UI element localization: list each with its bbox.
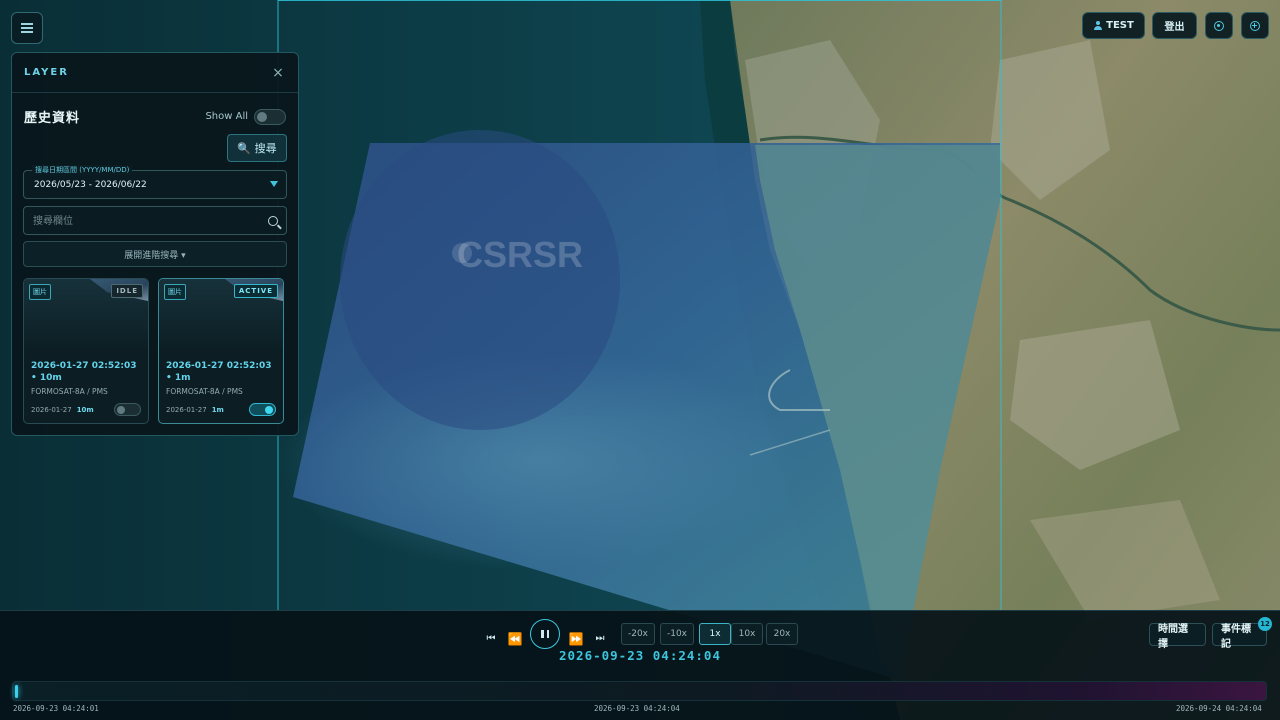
- location-search-input[interactable]: [33, 214, 253, 228]
- timeline-start-label: 2026-09-23 04:24:01: [13, 704, 99, 713]
- pause-icon: [541, 630, 544, 638]
- zoom-in-button[interactable]: [1241, 12, 1269, 39]
- date-range-label: 搜尋日期區間 (YYYY/MM/DD): [32, 165, 133, 175]
- skip-end-icon[interactable]: ⏭: [593, 631, 607, 645]
- show-all-control: Show All: [205, 108, 286, 125]
- search-icon[interactable]: [268, 216, 278, 226]
- card-footer: 2026-01-27 1m: [166, 406, 224, 414]
- speed-20x[interactable]: 20x: [766, 623, 798, 645]
- image-card-idle[interactable]: 圖片 IDLE 2026-01-27 02:52:03 • 10m FORMOS…: [23, 278, 149, 424]
- timeline-bar: ⏮ ⏪ ⏩ ⏭ -20x -10x 1x 10x 20x 2026-09-23 …: [0, 610, 1280, 720]
- close-icon[interactable]: ×: [270, 65, 286, 81]
- card-sensor: FORMOSAT-8A / PMS: [31, 387, 108, 396]
- event-count-badge: 12: [1258, 617, 1272, 631]
- timeline-track[interactable]: [12, 681, 1267, 701]
- section-title: 歷史資料: [24, 111, 81, 126]
- card-foot-date: 2026-01-27: [166, 406, 207, 414]
- fast-forward-icon[interactable]: ⏩: [568, 632, 584, 646]
- user-label: TEST: [1106, 20, 1134, 31]
- card-footer: 2026-01-27 10m: [31, 406, 94, 414]
- location-search-field: [23, 206, 287, 235]
- card-foot-date: 2026-01-27: [31, 406, 72, 414]
- layer-panel: LAYER × 歷史資料 Show All 🔍 搜尋 搜尋日期區間 (YYYY/…: [11, 52, 299, 436]
- zoom-plus-icon: [1250, 20, 1260, 31]
- map-watermark: CSRSR: [457, 234, 583, 275]
- status-badge: IDLE: [111, 284, 143, 298]
- time-select-button[interactable]: 時間選擇: [1149, 623, 1206, 650]
- rewind-icon[interactable]: ⏪: [507, 632, 523, 646]
- panel-header: LAYER ×: [12, 53, 298, 93]
- date-range-field[interactable]: 搜尋日期區間 (YYYY/MM/DD) 2026/05/23 - 2026/06…: [23, 165, 287, 199]
- card-foot-resolution: 10m: [76, 406, 94, 414]
- target-icon: [1214, 20, 1224, 31]
- speed-10x[interactable]: 10x: [731, 623, 763, 645]
- speed-minus-10x[interactable]: -10x: [660, 623, 694, 645]
- user-button[interactable]: TEST: [1082, 12, 1145, 39]
- locate-button[interactable]: [1205, 12, 1233, 39]
- logout-button[interactable]: 登出: [1152, 12, 1197, 39]
- current-time: 2026-09-23 04:24:04: [559, 648, 721, 663]
- show-all-label: Show All: [205, 111, 248, 122]
- timeline-cursor[interactable]: [15, 685, 18, 698]
- user-icon: [1093, 21, 1102, 30]
- date-range-value: 2026/05/23 - 2026/06/22: [34, 180, 147, 190]
- timeline-end-label: 2026-09-24 04:24:04: [1176, 704, 1262, 713]
- card-foot-resolution: 1m: [211, 406, 224, 414]
- card-sensor: FORMOSAT-8A / PMS: [166, 387, 243, 396]
- skip-start-icon[interactable]: ⏮: [484, 631, 498, 645]
- chevron-down-icon[interactable]: [270, 181, 278, 187]
- panel-title: LAYER: [24, 67, 69, 78]
- advanced-search-button[interactable]: 展開進階搜尋 ▾: [23, 241, 287, 267]
- image-card-active[interactable]: 圖片 ACTIVE 2026-01-27 02:52:03 • 1m FORMO…: [158, 278, 284, 424]
- status-badge: ACTIVE: [233, 284, 278, 298]
- hamburger-icon: [21, 27, 33, 29]
- image-type-tag: 圖片: [164, 284, 186, 300]
- speed-1x[interactable]: 1x: [699, 623, 731, 645]
- timeline-middle-label: 2026-09-23 04:24:04: [594, 704, 680, 713]
- menu-button[interactable]: [11, 12, 43, 44]
- search-button[interactable]: 🔍 搜尋: [227, 134, 287, 162]
- speed-minus-20x[interactable]: -20x: [621, 623, 655, 645]
- layer-toggle[interactable]: [114, 403, 141, 416]
- pause-button[interactable]: [530, 619, 560, 649]
- section-header: 歷史資料 Show All: [12, 93, 298, 126]
- card-datetime: 2026-01-27 02:52:03 • 1m: [166, 361, 272, 383]
- card-datetime: 2026-01-27 02:52:03 • 10m: [31, 361, 137, 383]
- image-type-tag: 圖片: [29, 284, 51, 300]
- show-all-toggle[interactable]: [254, 108, 286, 125]
- layer-toggle[interactable]: [249, 403, 276, 416]
